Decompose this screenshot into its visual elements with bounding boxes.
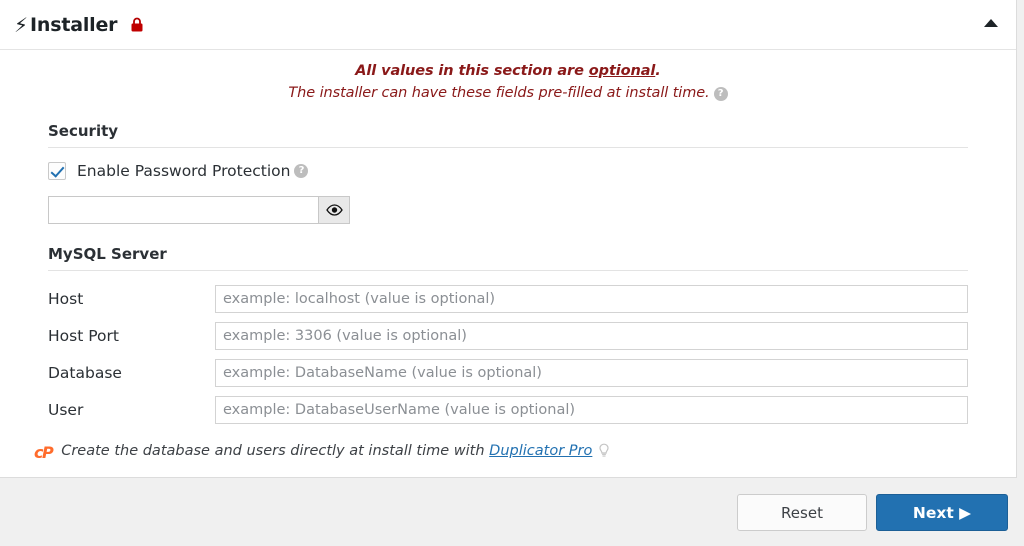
field-row-database: Database bbox=[48, 359, 992, 387]
toggle-password-visibility-eye-icon[interactable] bbox=[318, 196, 350, 224]
database-input[interactable] bbox=[215, 359, 968, 387]
form-action-bar: Reset Next ▶ bbox=[0, 479, 1024, 546]
notice-secondary-text: The installer can have these fields pre-… bbox=[288, 85, 710, 101]
bolt-icon: ⚡ bbox=[14, 12, 29, 37]
collapse-panel-caret-up-icon[interactable] bbox=[984, 19, 998, 27]
enable-password-protection-checkbox[interactable] bbox=[48, 162, 66, 180]
lightbulb-icon[interactable] bbox=[593, 443, 610, 462]
field-row-user: User bbox=[48, 396, 992, 424]
section-title-security: Security bbox=[48, 122, 119, 140]
panel-header: ⚡ Installer bbox=[0, 0, 1016, 50]
section-divider-security bbox=[48, 147, 968, 148]
section-divider-mysql bbox=[48, 270, 968, 271]
user-input[interactable] bbox=[215, 396, 968, 424]
section-title-mysql-server: MySQL Server bbox=[48, 245, 167, 263]
field-label-database: Database bbox=[48, 364, 122, 382]
notice-prefix: All values in this section are bbox=[355, 63, 589, 79]
lock-icon bbox=[130, 17, 144, 33]
field-label-user: User bbox=[48, 401, 84, 419]
notice-line-secondary: The installer can have these fields pre-… bbox=[0, 85, 1016, 101]
installer-panel: ⚡ Installer All values in this section a… bbox=[0, 0, 1017, 478]
notice-suffix: . bbox=[655, 63, 661, 79]
notice-emphasis: optional bbox=[588, 63, 656, 79]
password-input[interactable] bbox=[48, 196, 318, 224]
field-label-host-port: Host Port bbox=[48, 327, 119, 345]
reset-button[interactable]: Reset bbox=[737, 494, 867, 531]
notice-line-primary: All values in this section are optional. bbox=[0, 63, 1016, 79]
field-row-host-port: Host Port bbox=[48, 322, 992, 350]
field-label-host: Host bbox=[48, 290, 84, 308]
host-port-input[interactable] bbox=[215, 322, 968, 350]
duplicator-pro-link[interactable]: Duplicator Pro bbox=[489, 443, 592, 459]
note-text-prefix: Create the database and users directly a… bbox=[61, 443, 490, 459]
page-title: Installer bbox=[30, 13, 118, 36]
host-input[interactable] bbox=[215, 285, 968, 313]
enable-password-protection-row: Enable Password Protection ? bbox=[48, 162, 992, 180]
enable-password-protection-label: Enable Password Protection bbox=[77, 162, 291, 180]
note-text: Create the database and users directly a… bbox=[61, 443, 610, 462]
duplicator-pro-note: cP Create the database and users directl… bbox=[34, 443, 992, 462]
password-field-row bbox=[48, 196, 992, 224]
cpanel-logo-icon: cP bbox=[34, 442, 54, 462]
field-row-host: Host bbox=[48, 285, 992, 313]
help-icon[interactable]: ? bbox=[713, 87, 728, 101]
password-protection-help-icon[interactable]: ? bbox=[294, 164, 309, 178]
optional-values-notice: All values in this section are optional.… bbox=[0, 50, 1016, 101]
next-button[interactable]: Next ▶ bbox=[876, 494, 1008, 531]
